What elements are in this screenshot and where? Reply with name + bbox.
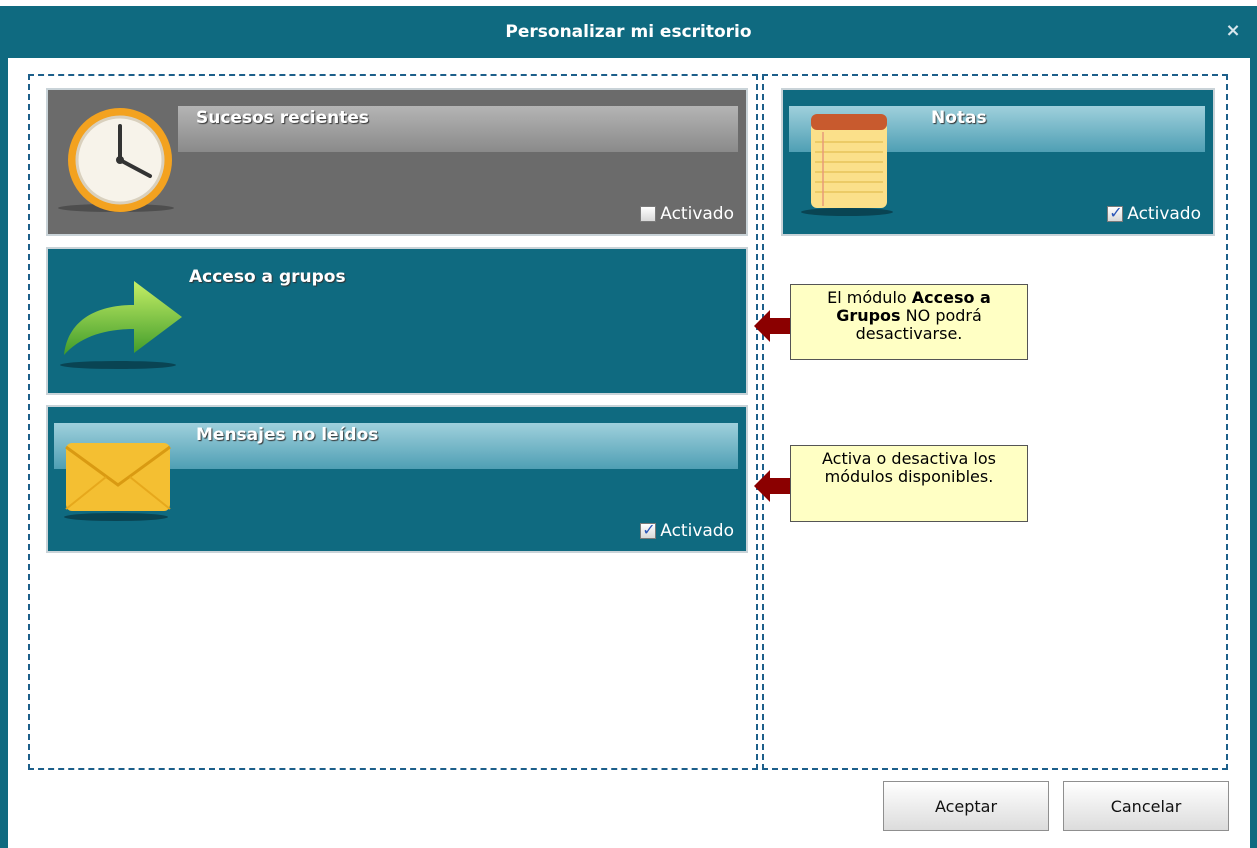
- close-icon[interactable]: ×: [1223, 20, 1243, 42]
- checkbox-box[interactable]: [640, 206, 657, 222]
- clock-icon: [58, 108, 174, 212]
- tooltip-text-prefix: El módulo: [827, 288, 912, 307]
- tooltip-acceso-grupos: El módulo Acceso a Grupos NO podrá desac…: [790, 284, 1028, 360]
- title-bar: Personalizar mi escritorio ×: [0, 0, 1257, 58]
- module-title: Acceso a grupos: [189, 267, 346, 287]
- dialog-title: Personalizar mi escritorio: [505, 22, 752, 42]
- activado-checkbox[interactable]: Activado: [640, 520, 734, 541]
- activado-checkbox[interactable]: Activado: [640, 204, 734, 224]
- callout-arrow-icon: [754, 470, 790, 502]
- activado-checkbox[interactable]: Activado: [1107, 203, 1201, 224]
- checkbox-label: Activado: [1127, 204, 1201, 224]
- callout-arrow-icon: [754, 310, 790, 342]
- module-sucesos-recientes[interactable]: Sucesos recientes Activado: [46, 88, 748, 236]
- envelope-icon: [64, 443, 171, 521]
- tooltip-activa-desactiva: Activa o desactiva los módulos disponibl…: [790, 445, 1028, 522]
- cancelar-button[interactable]: Cancelar: [1063, 781, 1229, 831]
- module-title: Mensajes no leídos: [196, 425, 379, 445]
- module-acceso-a-grupos[interactable]: Acceso a grupos: [46, 247, 748, 395]
- module-title: Sucesos recientes: [196, 108, 370, 128]
- module-title: Notas: [931, 108, 987, 128]
- module-notas[interactable]: Notas Activado: [781, 88, 1215, 236]
- checkbox-label: Activado: [660, 204, 734, 224]
- checkbox-box[interactable]: [1107, 203, 1124, 222]
- checkbox-box[interactable]: [640, 520, 657, 539]
- aceptar-button[interactable]: Aceptar: [883, 781, 1049, 831]
- checkbox-label: Activado: [660, 521, 734, 541]
- notepad-icon: [801, 114, 893, 216]
- arrow-icon: [60, 281, 182, 369]
- module-mensajes-no-leidos[interactable]: Mensajes no leídos Activado: [46, 405, 748, 553]
- tooltip-text: Activa o desactiva los módulos disponibl…: [822, 449, 996, 486]
